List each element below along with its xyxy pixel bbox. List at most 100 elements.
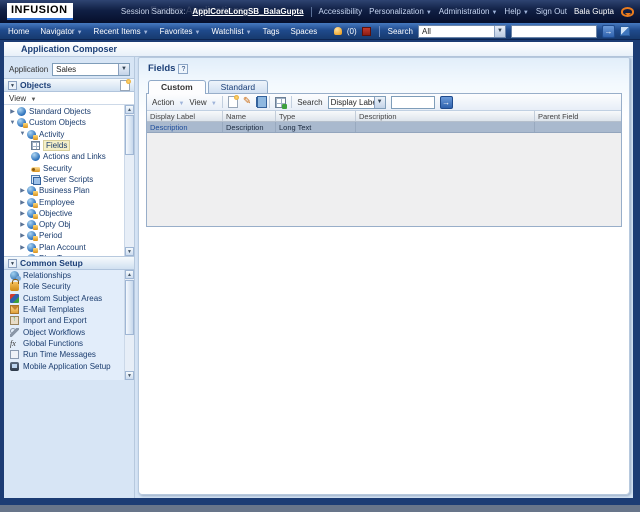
- common-item-object-workflows[interactable]: Object Workflows: [4, 326, 134, 337]
- expand-icon[interactable]: ▶: [18, 210, 27, 217]
- activity-object-icon: [27, 130, 36, 139]
- table-search-go-button[interactable]: →: [440, 96, 453, 109]
- common-item-email-templates[interactable]: E-Mail Templates: [4, 304, 134, 315]
- action-menu[interactable]: Action ▼: [152, 98, 184, 107]
- nav-watchlist[interactable]: Watchlist▼: [212, 27, 252, 36]
- table-row[interactable]: Description Description Long Text: [147, 122, 621, 133]
- help-icon[interactable]: ?: [178, 64, 188, 74]
- nav-recent-items[interactable]: Recent Items▼: [94, 27, 149, 36]
- scrollbar-thumb[interactable]: [125, 115, 134, 155]
- column-header-description[interactable]: Description: [356, 111, 535, 121]
- scroll-up-icon[interactable]: ▲: [125, 270, 134, 279]
- advanced-search-icon[interactable]: [620, 26, 630, 36]
- scroll-down-icon[interactable]: ▼: [125, 371, 134, 380]
- column-header-parent-field[interactable]: Parent Field: [535, 111, 621, 121]
- administration-label: Administration: [439, 7, 490, 16]
- nav-tags[interactable]: Tags: [263, 27, 280, 36]
- sandbox-link[interactable]: ApplCoreLongSB_BalaGupta: [192, 7, 303, 16]
- scroll-down-icon[interactable]: ▼: [125, 247, 134, 256]
- tree-item-plan-team[interactable]: ▶Plan Team: [4, 253, 124, 256]
- tree-item-objective[interactable]: ▶ Objective: [4, 208, 124, 219]
- expand-icon[interactable]: ▶: [18, 244, 27, 251]
- tree-item-standard-objects[interactable]: ▶Standard Objects: [4, 106, 124, 117]
- tree-item-actions-and-links[interactable]: Actions and Links: [4, 151, 124, 162]
- column-header-display-label[interactable]: Display Label: [147, 111, 223, 121]
- tree-item-security[interactable]: Security: [4, 162, 124, 173]
- tree-view-menu[interactable]: View ▼: [9, 94, 36, 103]
- tree-item-label: Plan Account: [39, 243, 86, 252]
- create-field-icon[interactable]: [228, 96, 238, 108]
- administration-menu[interactable]: Administration▼: [439, 7, 498, 16]
- page-frame: Application Composer Application Sales▼ …: [0, 40, 640, 505]
- common-item-mobile-application-setup[interactable]: Mobile Application Setup: [4, 360, 134, 371]
- sidebar: Application Sales▼ ▼ Objects View ▼ ▶Sta…: [4, 57, 135, 498]
- help-menu[interactable]: Help▼: [504, 7, 528, 16]
- chat-icon[interactable]: [621, 7, 634, 17]
- expand-icon[interactable]: ▶: [18, 255, 27, 256]
- common-list-scrollbar[interactable]: ▲ ▼: [124, 270, 134, 380]
- tree-item-activity[interactable]: ▼Activity: [4, 129, 124, 140]
- divider: [269, 96, 270, 108]
- tree-item-period[interactable]: ▶Period: [4, 230, 124, 241]
- collapse-objects-icon[interactable]: ▼: [8, 81, 17, 90]
- tree-item-custom-objects[interactable]: ▼Custom Objects: [4, 117, 124, 128]
- expand-icon[interactable]: ▶: [18, 221, 27, 228]
- notifications-bell-icon[interactable]: [334, 27, 342, 35]
- common-item-label: Object Workflows: [23, 328, 85, 337]
- collapse-icon[interactable]: ▼: [18, 131, 27, 137]
- common-item-run-time-messages[interactable]: Run Time Messages: [4, 349, 134, 360]
- calendar-icon[interactable]: [362, 27, 371, 36]
- expand-icon[interactable]: ▶: [8, 108, 17, 115]
- edit-pencil-icon[interactable]: ✎: [243, 97, 251, 107]
- collapse-common-setup-icon[interactable]: ▼: [8, 259, 17, 268]
- search-go-button[interactable]: →: [602, 25, 615, 38]
- tree-item-business-plan[interactable]: ▶Business Plan: [4, 185, 124, 196]
- tree-item-fields[interactable]: Fields: [4, 140, 124, 151]
- expand-icon[interactable]: ▶: [18, 232, 27, 239]
- cell-display-label-link[interactable]: Description: [147, 122, 223, 132]
- nav-home[interactable]: Home: [8, 27, 29, 36]
- nav-navigator[interactable]: Navigator▼: [40, 27, 82, 36]
- nav-spaces[interactable]: Spaces: [291, 27, 318, 36]
- search-by-select[interactable]: Display Label▼: [328, 96, 386, 109]
- expand-icon[interactable]: ▶: [18, 199, 27, 206]
- common-item-relationships[interactable]: Relationships: [4, 270, 134, 281]
- scroll-up-icon[interactable]: ▲: [125, 105, 134, 114]
- tree-item-plan-account[interactable]: ▶ Plan Account: [4, 242, 124, 253]
- tab-custom[interactable]: Custom: [148, 80, 206, 94]
- column-header-type[interactable]: Type: [276, 111, 356, 121]
- table-search-input[interactable]: [391, 96, 435, 109]
- chevron-down-icon: ▼: [195, 30, 201, 36]
- duplicate-icon[interactable]: [256, 97, 264, 107]
- tree-item-label: Objective: [39, 209, 72, 218]
- common-item-import-export[interactable]: Import and Export: [4, 315, 134, 326]
- search-scope-select[interactable]: All▼: [418, 25, 506, 38]
- application-value: Sales: [56, 65, 76, 74]
- export-table-icon[interactable]: [275, 97, 286, 108]
- nav-favorites[interactable]: Favorites▼: [160, 27, 201, 36]
- table-search-label: Search: [297, 98, 322, 107]
- personalization-menu[interactable]: Personalization▼: [369, 7, 432, 16]
- tree-item-employee[interactable]: ▶ Employee: [4, 196, 124, 207]
- table-toolbar: Action ▼ View ▼ ✎ Search Display Label▼ …: [147, 94, 621, 111]
- common-item-global-functions[interactable]: Global Functions: [4, 338, 134, 349]
- sign-out-link[interactable]: Sign Out: [536, 7, 567, 16]
- new-object-icon[interactable]: [120, 80, 130, 91]
- user-name: Bala Gupta: [574, 7, 614, 16]
- column-header-name[interactable]: Name: [223, 111, 276, 121]
- view-menu[interactable]: View ▼: [189, 98, 216, 107]
- tree-scrollbar[interactable]: ▲ ▼: [124, 105, 134, 256]
- global-search-input[interactable]: [511, 25, 597, 38]
- accessibility-link[interactable]: Accessibility: [319, 7, 363, 16]
- tree-item-opty-obj[interactable]: ▶Opty Obj: [4, 219, 124, 230]
- expand-icon[interactable]: ▶: [18, 187, 27, 194]
- tree-item-label: Employee: [39, 198, 75, 207]
- common-item-role-security[interactable]: Role Security: [4, 281, 134, 292]
- common-item-label: Mobile Application Setup: [23, 362, 111, 371]
- collapse-icon[interactable]: ▼: [8, 120, 17, 126]
- tree-item-server-scripts[interactable]: Server Scripts: [4, 174, 124, 185]
- tab-standard[interactable]: Standard: [208, 80, 269, 94]
- common-item-custom-subject-areas[interactable]: Custom Subject Areas: [4, 293, 134, 304]
- scrollbar-thumb[interactable]: [125, 280, 134, 335]
- application-select[interactable]: Sales▼: [52, 63, 130, 76]
